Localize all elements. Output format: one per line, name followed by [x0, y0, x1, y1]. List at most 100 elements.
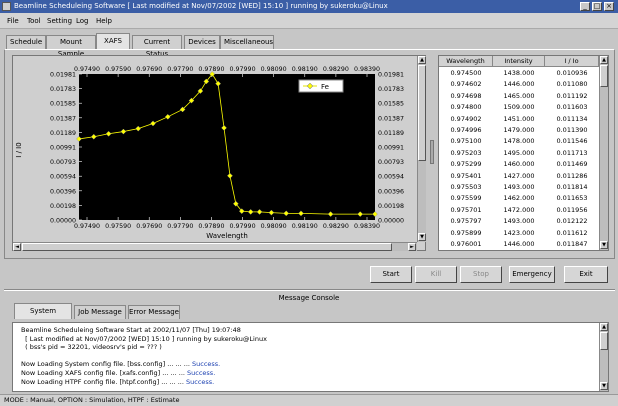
y-tick-label: 0.00793 [50, 159, 76, 166]
table-cell: 0.974602 [450, 80, 482, 89]
tab-mount-sample[interactable]: Mount Sample [46, 35, 96, 58]
console-scroll-up-icon[interactable]: ▲ [600, 323, 608, 331]
menu-setting[interactable]: Setting [47, 17, 72, 25]
console-line-text: Now Loading XAFS config file. [xafs.conf… [21, 369, 188, 377]
divider [4, 289, 615, 291]
menu-help[interactable]: Help [96, 17, 112, 25]
tab-miscellaneous[interactable]: Miscellaneous [220, 35, 274, 49]
table-scroll-up-icon[interactable]: ▲ [600, 56, 608, 64]
column-header-wavelength[interactable]: Wavelength [439, 56, 493, 67]
x-tick-label-top: 0.98090 [261, 66, 287, 73]
table-row[interactable]: 0.974698 1465.000 0.011192 [439, 91, 599, 102]
table-cell: 0.011653 [556, 194, 588, 203]
table-row[interactable]: 0.975503 1493.000 0.011814 [439, 182, 599, 193]
scroll-right-icon[interactable]: ► [408, 243, 416, 251]
table-cell: 0.011192 [556, 91, 588, 100]
table-row[interactable]: 0.975797 1493.000 0.012122 [439, 216, 599, 227]
tab-job-message[interactable]: Job Message [74, 305, 126, 319]
scroll-left-icon[interactable]: ◄ [13, 243, 21, 251]
stop-button[interactable]: Stop [460, 266, 502, 283]
console-line: ( bss's pid = 32201, videosrv's pid = ??… [21, 343, 162, 351]
y-tick-label: 0.00991 [50, 145, 76, 152]
table-cell: 0.975503 [450, 183, 482, 191]
table-row[interactable]: 0.975701 1472.000 0.011956 [439, 205, 599, 216]
x-tick-label: 0.97890 [198, 223, 224, 230]
tab-error-message[interactable]: Error Message [128, 305, 180, 319]
console-line-text: Now Loading System config file. [bss.con… [21, 360, 193, 369]
scroll-up-icon[interactable]: ▲ [418, 56, 426, 64]
column-header-ratio[interactable]: I / Io [545, 56, 599, 67]
chart-hscroll-thumb[interactable] [22, 243, 392, 251]
emergency-button[interactable]: Emergency [509, 266, 555, 283]
title-bar[interactable]: Beamline Scheduleing Software [ Last mod… [0, 0, 618, 13]
table-vscroll[interactable]: ▲ ▼ [599, 56, 608, 250]
tab-system-message[interactable]: System Message [14, 303, 72, 329]
table-row[interactable]: 0.974996 1479.000 0.011390 [439, 125, 599, 136]
x-tick-label: 0.98290 [323, 223, 349, 230]
table-cell: 0.975203 [450, 148, 482, 157]
scroll-down-icon[interactable]: ▼ [418, 233, 426, 241]
table-cell: 0.011080 [556, 80, 588, 89]
table-cell: 0.974902 [450, 114, 482, 123]
table-vscroll-thumb[interactable] [600, 65, 608, 87]
x-tick-label: 0.98190 [292, 223, 318, 230]
minimize-button[interactable]: _ [580, 2, 590, 11]
table-scroll-down-icon[interactable]: ▼ [600, 241, 608, 249]
table-cell: 0.975899 [450, 228, 482, 237]
y-tick-label: 0.00000 [50, 218, 76, 225]
xafs-chart: 0.97490 0.97590 0.97690 0.97790 0.97890 0.979… [15, 66, 404, 240]
table-cell: 0.011956 [556, 205, 588, 214]
table-row[interactable]: 0.974800 1509.000 0.011603 [439, 102, 599, 113]
window-title: Beamline Scheduleing Software [ Last mod… [14, 2, 388, 10]
table-row[interactable]: 0.974500 1438.000 0.010936 [439, 68, 599, 79]
console-line-text: Beamline Scheduleing Software Start at 2… [21, 326, 241, 334]
x-tick-label-top: 0.97590 [105, 66, 131, 73]
console-title: Message Console [278, 294, 340, 302]
chart-vscroll-thumb[interactable] [418, 65, 426, 161]
tab-schedule[interactable]: Schedule [6, 35, 46, 49]
menu-tool[interactable]: Tool [27, 17, 41, 25]
table-row[interactable]: 0.975401 1427.000 0.011286 [439, 171, 599, 182]
tab-current-status[interactable]: Current Status [132, 35, 182, 58]
table-row[interactable]: 0.975299 1460.000 0.011469 [439, 159, 599, 170]
x-tick-label: 0.98390 [354, 223, 380, 230]
table-cell: 1493.000 [503, 217, 535, 226]
app-icon[interactable] [2, 2, 11, 11]
table-row[interactable]: 0.975599 1462.000 0.011653 [439, 193, 599, 204]
exit-button[interactable]: Exit [564, 266, 608, 283]
legend: Fe [298, 79, 344, 93]
table-cell: 1446.000 [503, 80, 535, 89]
x-tick-label: 0.98090 [261, 223, 287, 230]
chart-hscroll[interactable]: ◄ ► [13, 242, 417, 251]
console-vscroll[interactable]: ▲ ▼ [599, 323, 608, 391]
table-row[interactable]: 0.976001 1446.000 0.011847 [439, 239, 599, 250]
table-row[interactable]: 0.975203 1495.000 0.011713 [439, 148, 599, 159]
maximize-button[interactable]: □ [592, 2, 602, 11]
console-vscroll-thumb[interactable] [600, 332, 608, 350]
x-tick-label: 0.97590 [105, 223, 131, 230]
kill-button[interactable]: Kill [415, 266, 457, 283]
table-cell: 1479.000 [503, 126, 535, 134]
console-scroll-down-icon[interactable]: ▼ [600, 382, 608, 390]
y-tick-label: 0.01783 [50, 86, 76, 93]
xafs-chart-panel: 0.97490 0.97590 0.97690 0.97790 0.97890 0.979… [12, 55, 426, 251]
table-cell: 1460.000 [503, 160, 535, 169]
start-button[interactable]: Start [370, 266, 412, 283]
table-row[interactable]: 0.974902 1451.000 0.011134 [439, 114, 599, 125]
y-tick-label: 0.01585 [50, 101, 76, 108]
chart-vscroll[interactable]: ▲ ▼ [417, 56, 426, 242]
close-button[interactable]: × [604, 2, 614, 11]
tab-devices[interactable]: Devices [184, 35, 220, 49]
column-header-intensity[interactable]: Intensity [493, 56, 545, 67]
menu-file[interactable]: File [7, 17, 19, 25]
table-cell: 0.976001 [450, 240, 482, 248]
tab-xafs[interactable]: XAFS [96, 33, 130, 49]
table-cell: 0.975599 [450, 194, 482, 203]
table-cell: 1478.000 [503, 137, 535, 146]
table-row[interactable]: 0.975100 1478.000 0.011546 [439, 136, 599, 147]
table-row[interactable]: 0.975899 1423.000 0.011612 [439, 228, 599, 239]
table-row[interactable]: 0.974602 1446.000 0.011080 [439, 79, 599, 90]
table-cell: 0.011390 [556, 126, 588, 134]
menu-log[interactable]: Log [76, 17, 89, 25]
splitter-handle[interactable] [430, 140, 434, 164]
